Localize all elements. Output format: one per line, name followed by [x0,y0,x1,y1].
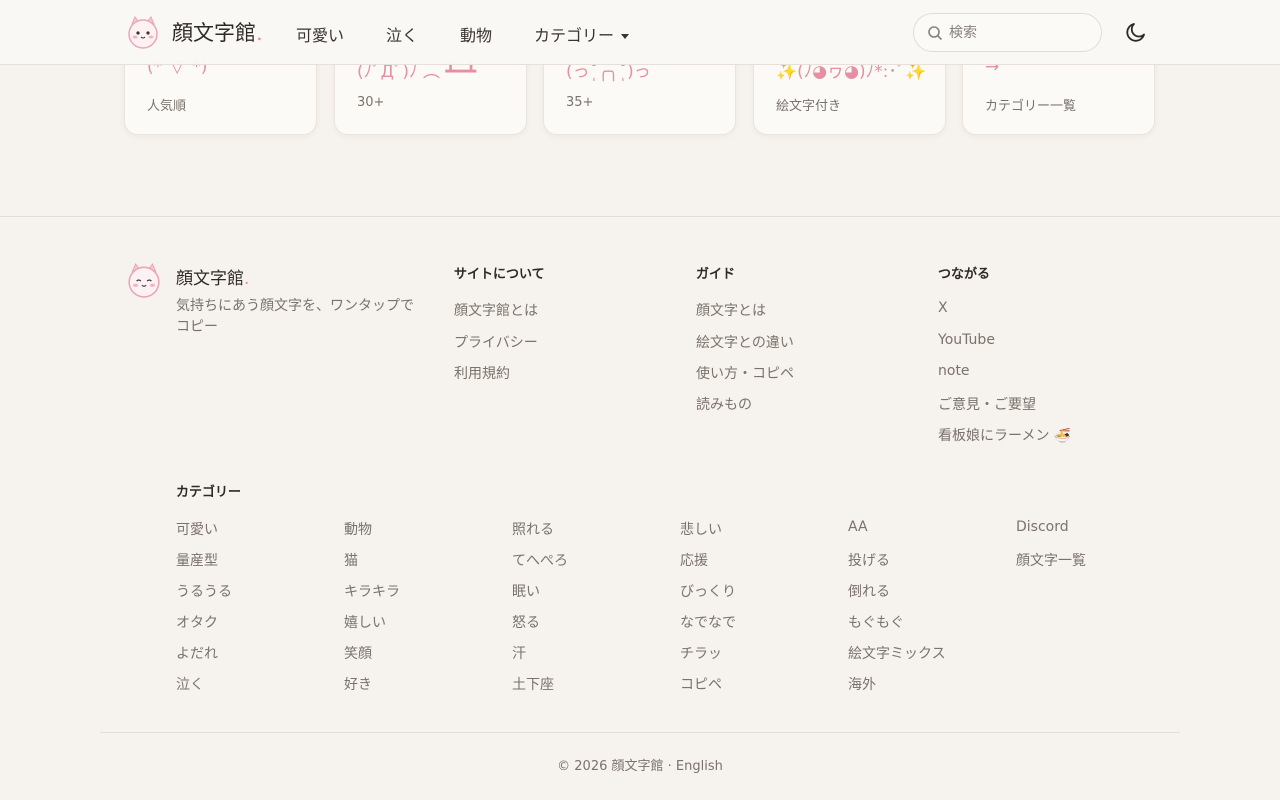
copyright-text: © 2026 顔文字館 · English [557,759,723,774]
footer-link-terms[interactable]: 利用規約 [454,363,510,383]
category-link[interactable]: 海外 [848,674,876,694]
category-link[interactable]: 笑顔 [344,643,372,663]
nav-cry[interactable]: 泣く [386,22,418,46]
footer-divider [0,216,1280,217]
search-icon [928,26,942,40]
category-link[interactable]: チラッ [680,643,722,663]
category-link[interactable]: 応援 [680,550,708,570]
category-link[interactable]: AA [848,519,868,535]
footer-tagline: 気持ちにあう顔文字を、ワンタップでコピー [176,298,414,335]
footer-link-youtube[interactable]: YouTube [938,332,995,348]
caret-down-icon [621,34,630,39]
category-link[interactable]: 土下座 [512,674,554,694]
footer-name-text: 顔文字館 [176,269,244,289]
footer-link-what-is-kaomoji[interactable]: 顔文字とは [696,300,766,320]
footer-link-feedback[interactable]: ご意見・ご要望 [938,394,1036,414]
footer-link-privacy[interactable]: プライバシー [454,332,538,352]
category-link[interactable]: 動物 [344,519,372,539]
logo-dot: . [256,21,263,45]
category-link[interactable]: オタク [176,612,218,632]
card-subtitle: 35+ [566,95,594,110]
category-link[interactable]: コピペ [680,674,722,694]
category-link[interactable]: 猫 [344,550,358,570]
footer-link-emoji-difference[interactable]: 絵文字との違い [696,332,794,352]
category-link[interactable]: 怒る [512,612,540,632]
category-link[interactable]: よだれ [176,643,218,663]
category-link[interactable]: もぐもぐ [848,612,904,632]
footer-link-how-to-copy[interactable]: 使い方・コピペ [696,363,794,383]
category-link[interactable]: 倒れる [848,581,890,601]
footer-bottom-divider [100,732,1180,733]
card-subtitle: 30+ [357,95,385,110]
category-link[interactable]: 悲しい [680,519,722,539]
category-link[interactable]: 好き [344,674,372,694]
logo-name: 顔文字館. [172,17,263,47]
footer-link-ramen-tip[interactable]: 看板娘にラーメン 🍜 [938,425,1071,445]
footer-link-about[interactable]: 顔文字館とは [454,300,538,320]
category-link[interactable]: Discord [1016,519,1069,535]
category-link[interactable]: 眠い [512,581,540,601]
footer-link-articles[interactable]: 読みもの [696,394,752,414]
category-link[interactable]: 可愛い [176,519,218,539]
category-link[interactable]: 汗 [512,643,526,663]
nav-cute[interactable]: 可愛い [296,22,344,46]
category-link[interactable]: キラキラ [344,581,400,601]
footer-mascot-icon [128,263,160,298]
card-subtitle: 人気順 [147,99,187,114]
nav-categories-dropdown[interactable]: カテゴリー [534,22,630,46]
category-link[interactable]: 投げる [848,550,890,570]
search-input[interactable] [949,22,1089,44]
footer-connect-title: つながる [938,267,991,282]
category-link[interactable]: 照れる [512,519,554,539]
category-link[interactable]: 絵文字ミックス [848,643,946,663]
category-link[interactable]: 嬉しい [344,612,386,632]
logo-name-text: 顔文字館 [172,21,256,45]
search-box[interactable] [913,13,1102,52]
footer-guide-title: ガイド [696,267,736,282]
nav-categories-label: カテゴリー [534,26,615,45]
footer-categories-title: カテゴリー [176,485,242,500]
footer-about-title: サイトについて [454,267,545,282]
category-link[interactable]: 顔文字一覧 [1016,550,1086,570]
footer-name-dot: . [244,269,250,289]
footer-link-x[interactable]: X [938,300,948,316]
site-header: 顔文字館. 可愛い 泣く 動物 カテゴリー [0,0,1280,65]
category-link[interactable]: なでなで [680,612,736,632]
footer-link-note[interactable]: note [938,363,970,379]
category-link[interactable]: うるうる [176,581,232,601]
category-link[interactable]: 泣く [176,674,204,694]
nav-animals[interactable]: 動物 [460,22,492,46]
dark-mode-moon-icon[interactable] [1124,20,1148,44]
footer-site-name[interactable]: 顔文字館. [176,264,249,289]
category-link[interactable]: てへぺろ [512,550,568,570]
category-link[interactable]: 量産型 [176,550,218,570]
mascot-logo-icon [128,16,158,49]
card-subtitle: 絵文字付き [776,99,842,114]
card-subtitle: カテゴリー一覧 [985,99,1077,114]
site-logo[interactable]: 顔文字館. [126,15,263,49]
category-link[interactable]: びっくり [680,581,736,601]
